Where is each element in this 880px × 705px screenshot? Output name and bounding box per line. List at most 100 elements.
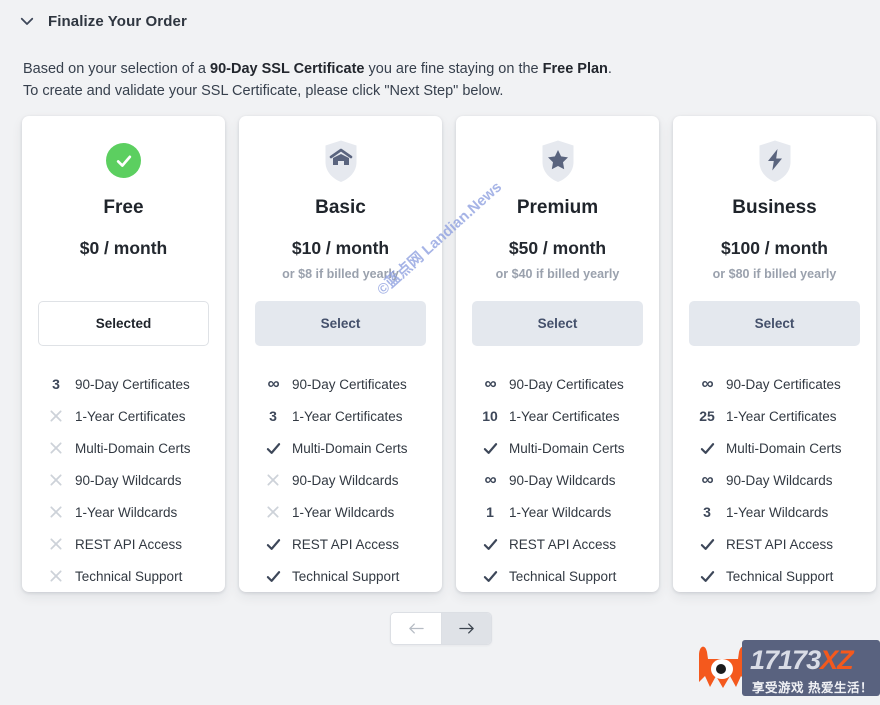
feature-infinity-value: ∞ [484,374,496,393]
feature-cross-icon [46,441,66,455]
plan-icon [757,136,793,185]
pager-prev-button[interactable] [391,613,441,644]
feature-row: 10 1-Year Certificates [480,400,643,432]
plan-price: $0 / month [79,238,168,259]
intro-line1-mid: you are fine staying on the [364,61,543,77]
feature-label: REST API Access [509,536,617,552]
plan-name: Business [732,197,817,219]
plan-price: $100 / month [721,238,828,259]
plan-yearly-price: or $40 if billed yearly [495,267,620,282]
plan-card-business[interactable]: Business $100 / month or $80 if billed yea… [673,116,876,592]
feature-check-icon [263,537,283,552]
plan-yearly-price: or $80 if billed yearly [712,267,837,282]
plan-feature-list: ∞ 90-Day Certificates 3 1-Year Certificates… [255,368,426,592]
feature-label: REST API Access [292,536,400,552]
intro-line-1: Based on your selection of a 90-Day SSL … [23,58,612,80]
feature-cross-icon [46,569,66,583]
feature-count-value: 10 [482,408,498,424]
feature-row: Technical Support [263,560,426,592]
feature-row: ∞ 90-Day Wildcards [697,464,860,496]
feature-check-icon [697,569,717,584]
feature-check-icon [480,569,500,584]
feature-row: REST API Access [46,528,209,560]
plan-card-list: Free $0 / month Selected 3 90-Day Certifica… [0,116,880,596]
plan-yearly-price: or $8 if billed yearly [282,267,399,282]
intro-plan-name: Free Plan [542,61,608,77]
watermark-logo-number: 17173 [750,645,821,675]
feature-row: ∞ 90-Day Certificates [697,368,860,400]
feature-row: 1 1-Year Wildcards [480,496,643,528]
feature-check-icon [480,441,500,456]
feature-label: 90-Day Certificates [509,376,624,392]
plan-card-premium[interactable]: Premium $50 / month or $40 if billed yearl… [456,116,659,592]
section-header: Finalize Your Order [18,12,187,30]
feature-row: ∞ 90-Day Wildcards [480,464,643,496]
feature-check-icon [263,441,283,456]
shield-home-icon [323,139,359,183]
plan-icon [540,136,576,185]
watermark-logo-suffix: XZ [820,645,854,675]
plan-feature-list: ∞ 90-Day Certificates 10 1-Year Certificate… [472,368,643,592]
feature-count-value: 3 [269,408,277,424]
feature-row: 1-Year Wildcards [46,496,209,528]
feature-label: 1-Year Wildcards [292,504,395,520]
feature-label: 90-Day Wildcards [509,472,616,488]
feature-infinity-value: ∞ [701,470,713,489]
plan-select-button[interactable]: Select [472,301,643,346]
feature-cross-icon [46,409,66,423]
feature-cross-icon [46,537,66,551]
chevron-down-icon[interactable] [18,12,36,30]
plan-feature-list: ∞ 90-Day Certificates 25 1-Year Certificate… [689,368,860,592]
feature-label: 1-Year Wildcards [75,504,178,520]
plan-select-button[interactable]: Select [689,301,860,346]
feature-infinity-value: ∞ [701,374,713,393]
feature-label: 90-Day Wildcards [726,472,833,488]
pager-next-button[interactable] [441,613,491,644]
feature-row: 90-Day Wildcards [263,464,426,496]
feature-row: 3 1-Year Certificates [263,400,426,432]
watermark-logo: 17173XZ 享受游戏 热爱生活！ [694,640,880,702]
feature-check-icon [697,441,717,456]
feature-label: Multi-Domain Certs [726,440,842,456]
watermark-tagline: 享受游戏 热爱生活！ [752,681,873,695]
feature-label: Technical Support [292,568,400,584]
feature-label: 90-Day Certificates [75,376,190,392]
plan-icon [106,136,141,185]
feature-label: Technical Support [726,568,834,584]
plan-select-button[interactable]: Selected [38,301,209,346]
feature-row: 3 90-Day Certificates [46,368,209,400]
feature-label: Multi-Domain Certs [509,440,625,456]
feature-check-icon [697,537,717,552]
feature-label: 1-Year Certificates [509,408,620,424]
plan-icon [323,136,359,185]
feature-label: 90-Day Wildcards [292,472,399,488]
plan-select-button[interactable]: Select [255,301,426,346]
feature-cross-icon [46,505,66,519]
feature-row: Multi-Domain Certs [263,432,426,464]
feature-row: 1-Year Wildcards [263,496,426,528]
feature-row: Multi-Domain Certs [480,432,643,464]
feature-count-value: 3 [703,504,711,520]
plan-name: Basic [315,197,366,219]
feature-row: Technical Support [697,560,860,592]
feature-row: Multi-Domain Certs [697,432,860,464]
feature-count-value: 1 [486,504,494,520]
feature-row: 90-Day Wildcards [46,464,209,496]
plan-feature-list: 3 90-Day Certificates 1-Year Certificates M… [38,368,209,592]
feature-label: Technical Support [75,568,183,584]
plan-card-basic[interactable]: Basic $10 / month or $8 if billed yearly Se… [239,116,442,592]
feature-label: 1-Year Certificates [75,408,186,424]
feature-label: 1-Year Wildcards [726,504,829,520]
feature-label: REST API Access [75,536,183,552]
feature-label: REST API Access [726,536,834,552]
arrow-right-icon [457,621,476,636]
feature-row: REST API Access [263,528,426,560]
shield-bolt-icon [757,139,793,183]
intro-paragraph: Based on your selection of a 90-Day SSL … [23,58,612,102]
feature-row: REST API Access [697,528,860,560]
plan-card-free[interactable]: Free $0 / month Selected 3 90-Day Certifica… [22,116,225,592]
feature-row: ∞ 90-Day Certificates [480,368,643,400]
pagination-control[interactable] [390,612,492,645]
feature-label: Multi-Domain Certs [75,440,191,456]
feature-label: 90-Day Wildcards [75,472,182,488]
